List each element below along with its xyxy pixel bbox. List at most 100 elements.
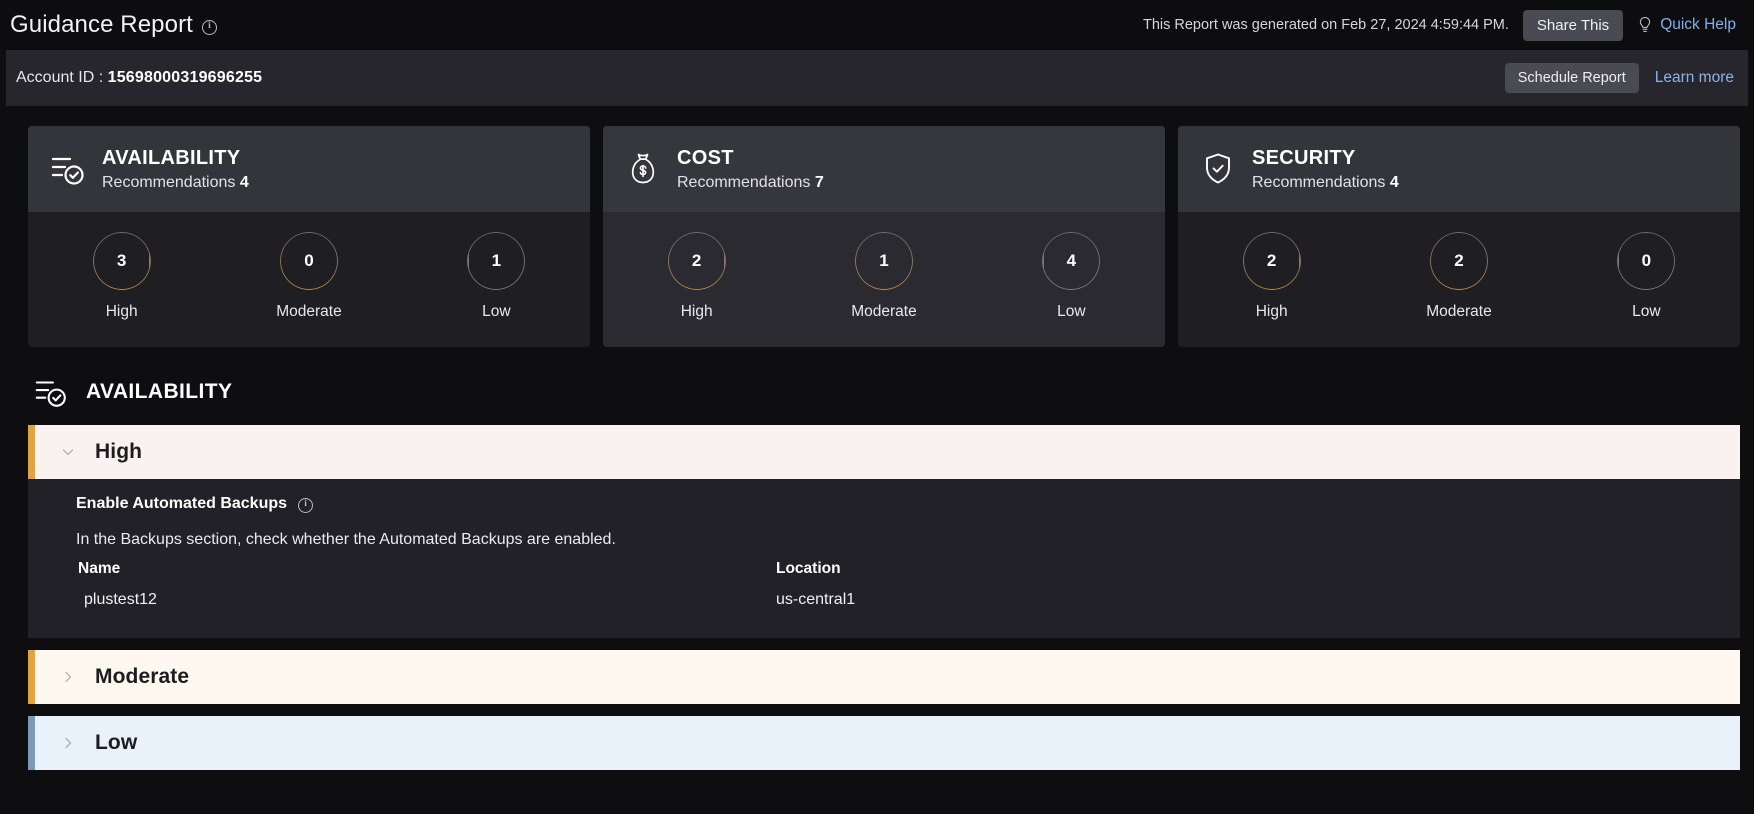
severity-count-circle: 1 — [467, 232, 525, 290]
severity-moderate[interactable]: 0 Moderate — [215, 232, 402, 321]
accordion-gap — [28, 704, 1740, 716]
section-title: AVAILABILITY — [86, 380, 232, 404]
card-recommendations-label: Recommendations — [102, 174, 235, 191]
summary-card-security[interactable]: SECURITY Recommendations 4 2 High 2 Mode… — [1178, 126, 1740, 347]
accordion-gap — [28, 638, 1740, 650]
body-spacer — [76, 614, 1740, 628]
severity-low[interactable]: 1 Low — [403, 232, 590, 321]
quick-help-label: Quick Help — [1660, 16, 1736, 34]
severity-label: Moderate — [276, 303, 341, 321]
severity-count-circle: 3 — [93, 232, 151, 290]
severity-label: Moderate — [851, 303, 916, 321]
quick-help-link[interactable]: Quick Help — [1637, 16, 1736, 34]
account-id-prefix: Account ID : — [16, 69, 108, 86]
severity-low[interactable]: 0 Low — [1553, 232, 1740, 321]
accordion-label: High — [95, 440, 142, 464]
card-title: COST — [677, 146, 824, 171]
accordion-body-high: Enable Automated Backups i In the Backup… — [28, 479, 1740, 638]
severity-count-circle: 2 — [1430, 232, 1488, 290]
info-icon[interactable]: i — [202, 20, 217, 35]
accordion-label: Moderate — [95, 665, 189, 689]
chevron-right-icon — [61, 670, 75, 684]
card-header: SECURITY Recommendations 4 — [1178, 126, 1740, 212]
severity-high[interactable]: 3 High — [28, 232, 215, 321]
severity-moderate[interactable]: 2 Moderate — [1365, 232, 1552, 321]
card-header-text: AVAILABILITY Recommendations 4 — [102, 146, 249, 192]
severity-count-circle: 4 — [1042, 232, 1100, 290]
severity-label: High — [681, 303, 713, 321]
severity-low[interactable]: 4 Low — [978, 232, 1165, 321]
severity-moderate[interactable]: 1 Moderate — [790, 232, 977, 321]
recommendation-table: Name Location plustest12 us-central1 — [76, 555, 1740, 614]
top-bar: Guidance Report i This Report was genera… — [0, 0, 1754, 50]
lightbulb-icon — [1637, 16, 1653, 34]
card-header: AVAILABILITY Recommendations 4 — [28, 126, 590, 212]
table-row: plustest12 us-central1 — [76, 583, 1740, 614]
cell-location: us-central1 — [776, 591, 1740, 609]
card-recommendations: Recommendations 7 — [677, 174, 824, 192]
card-header-text: COST Recommendations 7 — [677, 146, 824, 192]
learn-more-link[interactable]: Learn more — [1655, 69, 1734, 87]
severity-high[interactable]: 2 High — [603, 232, 790, 321]
severity-count-circle: 0 — [280, 232, 338, 290]
list-check-icon — [48, 149, 88, 189]
card-severity-row: 2 High 2 Moderate 0 Low — [1178, 212, 1740, 347]
page-title: Guidance Report — [10, 11, 193, 39]
severity-label: Low — [1632, 303, 1660, 321]
severity-label: Low — [482, 303, 510, 321]
accordion-header-moderate[interactable]: Moderate — [28, 650, 1740, 704]
chevron-down-icon — [61, 445, 75, 459]
card-header: COST Recommendations 7 — [603, 126, 1165, 212]
account-bar-actions: Schedule Report Learn more — [1505, 63, 1734, 93]
chevron-right-icon — [61, 736, 75, 750]
severity-label: Moderate — [1426, 303, 1491, 321]
summary-card-cost[interactable]: COST Recommendations 7 2 High 1 Moderate… — [603, 126, 1165, 347]
summary-card-availability[interactable]: AVAILABILITY Recommendations 4 3 High 0 … — [28, 126, 590, 347]
column-header-name: Name — [76, 560, 776, 578]
severity-count-circle: 0 — [1617, 232, 1675, 290]
accordion-high: High Enable Automated Backups i In the B… — [28, 425, 1740, 638]
accordion-moderate: Moderate — [28, 650, 1740, 704]
card-title: AVAILABILITY — [102, 146, 249, 171]
card-recommendations-label: Recommendations — [1252, 174, 1385, 191]
list-check-icon — [32, 373, 70, 411]
section-header: AVAILABILITY — [28, 373, 1740, 411]
severity-label: High — [1256, 303, 1288, 321]
severity-count-circle: 2 — [668, 232, 726, 290]
account-id-value: 15698000319696255 — [108, 69, 263, 86]
share-this-button[interactable]: Share This — [1523, 10, 1623, 41]
card-header-text: SECURITY Recommendations 4 — [1252, 146, 1399, 192]
accordion-header-low[interactable]: Low — [28, 716, 1740, 770]
card-severity-row: 2 High 1 Moderate 4 Low — [603, 212, 1165, 347]
card-recommendations-count: 7 — [815, 174, 824, 191]
card-recommendations-label: Recommendations — [677, 174, 810, 191]
table-header-row: Name Location — [76, 555, 1740, 583]
accordion-low: Low — [28, 716, 1740, 770]
column-header-location: Location — [776, 560, 1740, 578]
money-bag-icon — [623, 149, 663, 189]
severity-label: High — [106, 303, 138, 321]
card-recommendations: Recommendations 4 — [102, 174, 249, 192]
summary-cards: AVAILABILITY Recommendations 4 3 High 0 … — [0, 106, 1754, 347]
schedule-report-button[interactable]: Schedule Report — [1505, 63, 1639, 93]
info-icon[interactable]: i — [298, 498, 313, 513]
shield-check-icon — [1198, 149, 1238, 189]
severity-count-circle: 2 — [1243, 232, 1301, 290]
report-generated-timestamp: This Report was generated on Feb 27, 202… — [1143, 17, 1509, 33]
account-id-label: Account ID : 15698000319696255 — [16, 69, 262, 87]
severity-high[interactable]: 2 High — [1178, 232, 1365, 321]
top-bar-actions: This Report was generated on Feb 27, 202… — [1143, 10, 1736, 41]
card-severity-row: 3 High 0 Moderate 1 Low — [28, 212, 590, 347]
card-title: SECURITY — [1252, 146, 1399, 171]
severity-count-circle: 1 — [855, 232, 913, 290]
recommendation-title: Enable Automated Backups — [76, 495, 287, 513]
card-recommendations: Recommendations 4 — [1252, 174, 1399, 192]
accordion-label: Low — [95, 731, 137, 755]
card-recommendations-count: 4 — [1390, 174, 1399, 191]
recommendation-title-row: Enable Automated Backups i — [76, 495, 1740, 513]
accordion-header-high[interactable]: High — [28, 425, 1740, 479]
availability-section: AVAILABILITY High Enable Automated Backu… — [0, 347, 1754, 770]
card-recommendations-count: 4 — [240, 174, 249, 191]
recommendation-description: In the Backups section, check whether th… — [76, 531, 1740, 549]
severity-label: Low — [1057, 303, 1085, 321]
